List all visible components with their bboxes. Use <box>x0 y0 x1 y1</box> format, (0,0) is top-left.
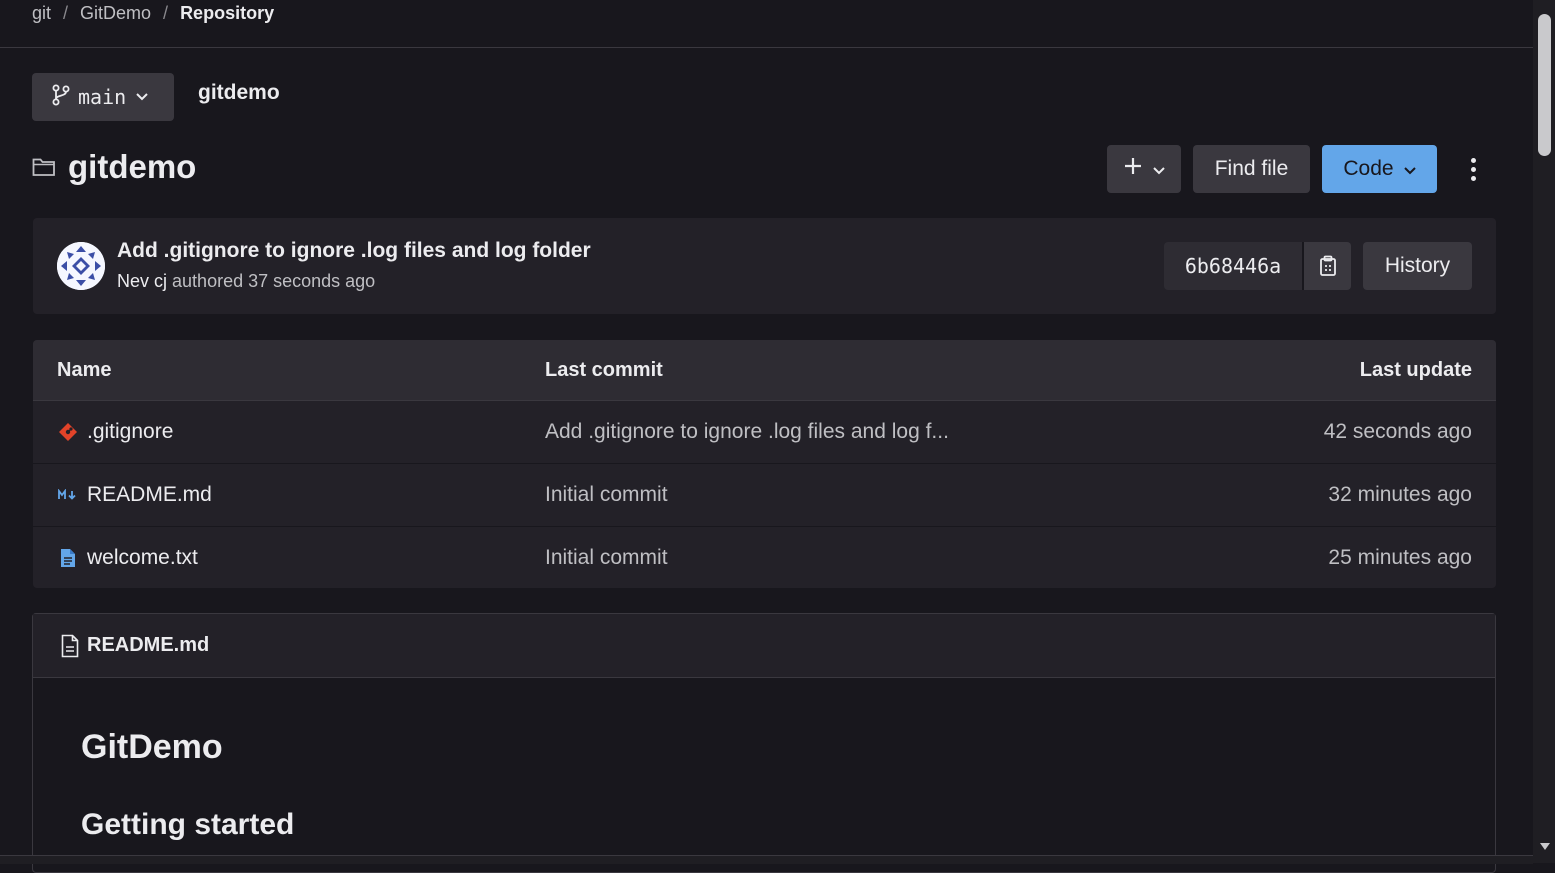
breadcrumb-item-git[interactable]: git <box>32 3 51 24</box>
page-title: gitdemo <box>68 148 197 185</box>
table-row[interactable]: .gitignore Add .gitignore to ignore .log… <box>33 401 1496 464</box>
branch-icon <box>52 84 70 111</box>
commit-sha[interactable]: 6b68446a <box>1164 242 1304 290</box>
add-dropdown-button[interactable] <box>1107 145 1181 193</box>
markdown-icon <box>57 484 79 506</box>
document-icon <box>59 634 81 657</box>
breadcrumb: git / GitDemo / Repository <box>32 0 274 26</box>
commit-author[interactable]: Nev cj <box>117 271 167 291</box>
commit-time: authored 37 seconds ago <box>172 271 376 291</box>
header-last-commit: Last commit <box>545 358 663 381</box>
table-row[interactable]: welcome.txt Initial commit 25 minutes ag… <box>33 527 1496 588</box>
file-name[interactable]: .gitignore <box>87 420 173 444</box>
header-divider <box>0 47 1533 48</box>
file-name[interactable]: welcome.txt <box>87 546 198 570</box>
copy-icon[interactable] <box>1304 242 1351 290</box>
find-file-button[interactable]: Find file <box>1193 145 1310 193</box>
breadcrumb-item-project[interactable]: GitDemo <box>80 3 151 24</box>
more-actions-icon[interactable] <box>1462 150 1484 188</box>
git-icon <box>57 421 79 443</box>
chevron-down-icon <box>1153 157 1165 181</box>
breadcrumb-current[interactable]: Repository <box>180 3 274 24</box>
readme-heading-1: GitDemo <box>81 728 223 766</box>
plus-icon <box>1123 156 1143 182</box>
branch-selector[interactable]: main <box>32 73 174 121</box>
code-button-label: Code <box>1343 157 1394 180</box>
header-last-update: Last update <box>1359 358 1472 381</box>
text-file-icon <box>57 547 79 569</box>
branch-name: main <box>78 85 127 109</box>
repo-path[interactable]: gitdemo <box>198 81 280 105</box>
header-name: Name <box>57 358 112 381</box>
file-last-update: 25 minutes ago <box>1328 546 1472 569</box>
file-last-update: 32 minutes ago <box>1328 483 1472 506</box>
code-dropdown-button[interactable]: Code <box>1322 145 1437 193</box>
file-last-commit[interactable]: Initial commit <box>545 483 668 507</box>
readme-filename[interactable]: README.md <box>87 634 209 657</box>
breadcrumb-separator: / <box>163 2 169 23</box>
scroll-down-arrow-icon[interactable] <box>1539 838 1551 856</box>
chevron-down-icon <box>1403 157 1416 181</box>
readme-heading-2: Getting started <box>81 808 295 841</box>
readme-header: README.md <box>33 614 1495 678</box>
file-last-update: 42 seconds ago <box>1323 420 1472 443</box>
scrollbar-thumb[interactable] <box>1538 14 1551 156</box>
file-table: Name Last commit Last update .gitignore … <box>33 340 1496 588</box>
table-header: Name Last commit Last update <box>33 340 1496 401</box>
file-name[interactable]: README.md <box>87 483 212 507</box>
file-last-commit[interactable]: Initial commit <box>545 546 668 570</box>
table-row[interactable]: README.md Initial commit 32 minutes ago <box>33 464 1496 527</box>
history-button[interactable]: History <box>1363 242 1472 290</box>
file-last-commit[interactable]: Add .gitignore to ignore .log files and … <box>545 420 949 444</box>
commit-meta: Nev cj authored 37 seconds ago <box>117 271 375 292</box>
avatar[interactable] <box>57 242 105 290</box>
folder-icon <box>32 157 56 182</box>
commit-sha-group: 6b68446a <box>1164 242 1351 290</box>
chevron-down-icon <box>136 88 148 106</box>
commit-message[interactable]: Add .gitignore to ignore .log files and … <box>117 239 591 263</box>
breadcrumb-separator: / <box>63 2 69 23</box>
